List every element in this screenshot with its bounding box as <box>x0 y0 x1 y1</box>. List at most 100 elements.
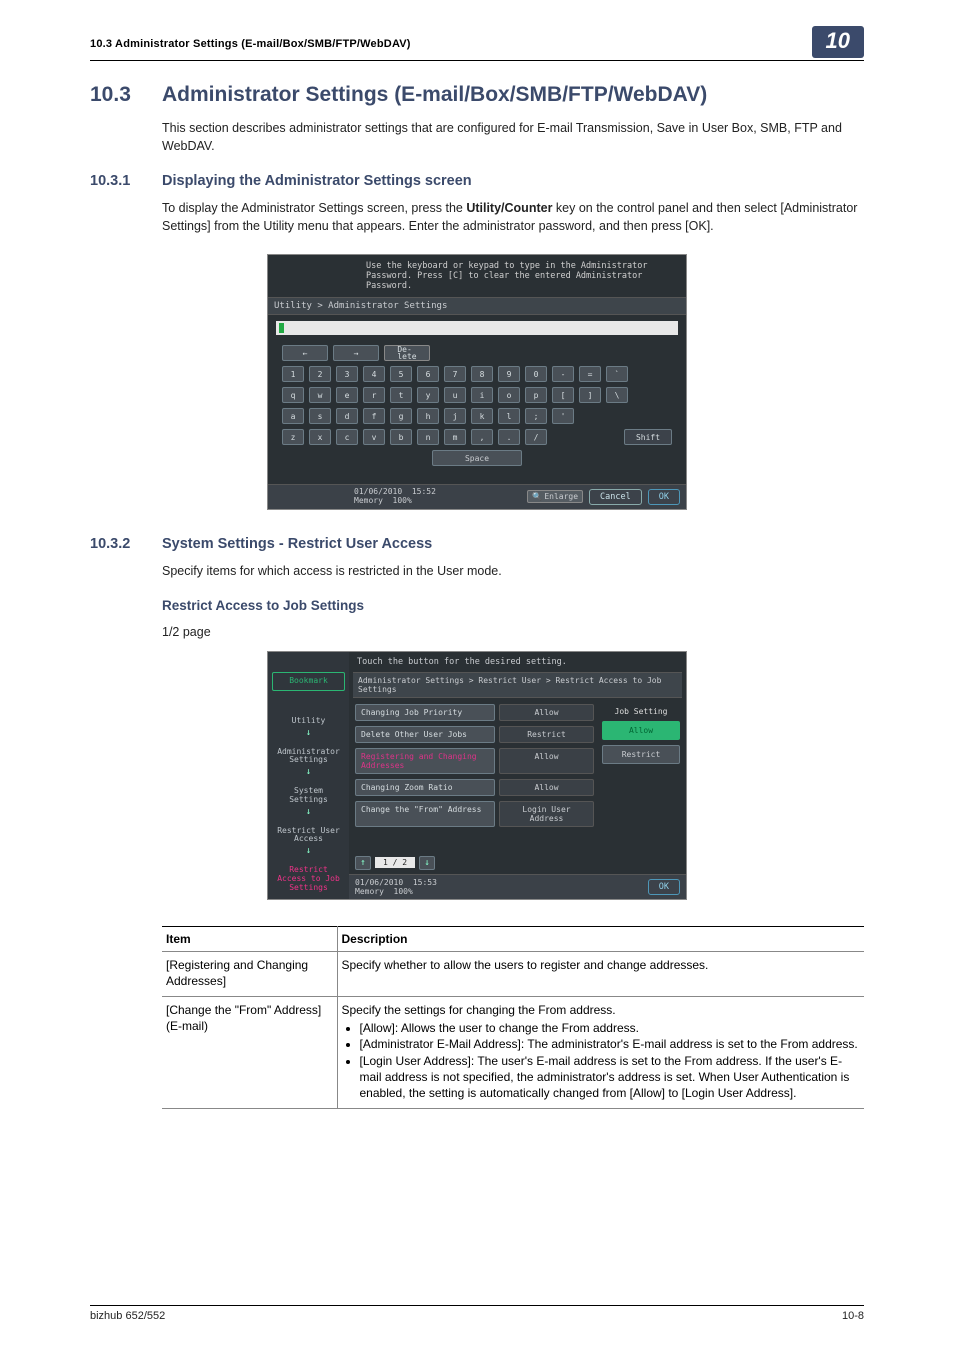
section-intro: This section describes administrator set… <box>162 119 864 155</box>
keypad-key[interactable]: m <box>444 429 466 445</box>
admin-password-input[interactable] <box>276 321 678 335</box>
keypad-key[interactable]: 1 <box>282 366 304 382</box>
keypad-key[interactable]: h <box>417 408 439 424</box>
keypad-key[interactable]: a <box>282 408 304 424</box>
page-header: 10.3 Administrator Settings (E-mail/Box/… <box>90 30 864 61</box>
keypad-key[interactable]: ' <box>552 408 574 424</box>
delete-key[interactable]: De- lete <box>384 345 430 361</box>
th-description: Description <box>337 926 864 951</box>
keypad-key[interactable]: x <box>309 429 331 445</box>
subsection-1-heading: 10.3.1 Displaying the Administrator Sett… <box>90 173 864 189</box>
restrict-option-label[interactable]: Changing Job Priority <box>355 704 495 721</box>
table-desc-cell: Specify the settings for changing the Fr… <box>337 997 864 1109</box>
keypad-key[interactable]: g <box>390 408 412 424</box>
restrict-page-label: 1/2 page <box>162 623 864 641</box>
keypad-key[interactable]: \ <box>606 387 628 403</box>
sidebar-bookmark[interactable]: Bookmark <box>272 672 345 691</box>
restrict-breadcrumb: Administrator Settings > Restrict User >… <box>353 672 682 698</box>
description-table: Item Description [Registering and Changi… <box>162 926 864 1110</box>
chevron-down-icon: ↓ <box>268 846 349 856</box>
keypad-key[interactable]: ] <box>579 387 601 403</box>
keypad-key[interactable]: c <box>336 429 358 445</box>
keypad-key[interactable]: 5 <box>390 366 412 382</box>
subsection-1-title: Displaying the Administrator Settings sc… <box>162 173 472 189</box>
keypad-key[interactable]: = <box>579 366 601 382</box>
keypad-key[interactable]: i <box>471 387 493 403</box>
keypad-key[interactable]: e <box>336 387 358 403</box>
keypad-key[interactable]: 4 <box>363 366 385 382</box>
restrict-option-label[interactable]: Change the "From" Address <box>355 801 495 827</box>
keypad-key[interactable]: o <box>498 387 520 403</box>
keypad-key[interactable]: d <box>336 408 358 424</box>
page-up-button[interactable]: ↑ <box>355 856 371 870</box>
restrict-option-value: Allow <box>499 779 594 796</box>
subsection-2-title: System Settings - Restrict User Access <box>162 536 432 552</box>
section-heading: 10.3 Administrator Settings (E-mail/Box/… <box>90 83 864 107</box>
keypad-key[interactable]: n <box>417 429 439 445</box>
keypad-key[interactable]: y <box>417 387 439 403</box>
sidebar-item-restrict-access[interactable]: Restrict Access to Job Settings <box>268 860 349 898</box>
keypad-key[interactable]: z <box>282 429 304 445</box>
restrict-heading: Restrict Access to Job Settings <box>162 598 864 613</box>
keypad-key[interactable]: ` <box>606 366 628 382</box>
cancel-button[interactable]: Cancel <box>589 489 642 505</box>
restrict-option-label[interactable]: Changing Zoom Ratio <box>355 779 495 796</box>
subsection-2-body: Specify items for which access is restri… <box>162 562 864 580</box>
section-title: Administrator Settings (E-mail/Box/SMB/F… <box>162 83 707 107</box>
keypad-key[interactable]: 8 <box>471 366 493 382</box>
chapter-badge: 10 <box>812 26 864 58</box>
keypad-key[interactable]: - <box>552 366 574 382</box>
keypad-key[interactable]: 9 <box>498 366 520 382</box>
keypad-key[interactable]: 0 <box>525 366 547 382</box>
restrict-message: Touch the button for the desired setting… <box>349 652 686 672</box>
keypad-message: Use the keyboard or keypad to type in th… <box>358 255 686 298</box>
footer-model: bizhub 652/552 <box>90 1310 165 1322</box>
chevron-down-icon: ↓ <box>268 767 349 777</box>
keypad-key[interactable]: f <box>363 408 385 424</box>
restrict-option-label[interactable]: Delete Other User Jobs <box>355 726 495 743</box>
table-item-cell: [Change the "From" Address] (E-mail) <box>162 997 337 1109</box>
keypad-key[interactable]: , <box>471 429 493 445</box>
keypad-key[interactable]: k <box>471 408 493 424</box>
keypad-key[interactable]: j <box>444 408 466 424</box>
job-setting-title: Job Setting <box>602 704 680 721</box>
page-footer: bizhub 652/552 10-8 <box>90 1305 864 1322</box>
keypad-key[interactable]: p <box>525 387 547 403</box>
keypad-key[interactable]: [ <box>552 387 574 403</box>
pager: ↑ 1 / 2 ↓ <box>355 856 680 870</box>
keypad-key[interactable]: v <box>363 429 385 445</box>
keypad-key[interactable]: / <box>525 429 547 445</box>
restrict-option-label[interactable]: Registering and Changing Addresses <box>355 748 495 774</box>
keypad-key[interactable]: 6 <box>417 366 439 382</box>
page-down-button[interactable]: ↓ <box>419 856 435 870</box>
ok-button[interactable]: OK <box>648 489 680 505</box>
running-head: 10.3 Administrator Settings (E-mail/Box/… <box>90 38 812 50</box>
keypad-key[interactable]: 3 <box>336 366 358 382</box>
keypad-key[interactable]: t <box>390 387 412 403</box>
nav-right-key[interactable]: → <box>333 345 379 361</box>
table-desc-cell: Specify whether to allow the users to re… <box>337 951 864 996</box>
table-item-cell: [Registering and Changing Addresses] <box>162 951 337 996</box>
space-key[interactable]: Space <box>432 450 522 466</box>
keypad-key[interactable]: 7 <box>444 366 466 382</box>
keypad-key[interactable]: . <box>498 429 520 445</box>
keypad-key[interactable]: 2 <box>309 366 331 382</box>
allow-button[interactable]: Allow <box>602 721 680 740</box>
keypad-key[interactable]: u <box>444 387 466 403</box>
page-indicator: 1 / 2 <box>375 857 415 868</box>
restrict-button[interactable]: Restrict <box>602 745 680 764</box>
keypad-key[interactable]: ; <box>525 408 547 424</box>
restrict-option-value: Restrict <box>499 726 594 743</box>
enlarge-button[interactable]: 🔍Enlarge <box>527 490 583 503</box>
section-number: 10.3 <box>90 83 162 107</box>
shift-key[interactable]: Shift <box>624 429 672 445</box>
keypad-key[interactable]: b <box>390 429 412 445</box>
nav-left-key[interactable]: ← <box>282 345 328 361</box>
keypad-key[interactable]: s <box>309 408 331 424</box>
keypad-key[interactable]: r <box>363 387 385 403</box>
chevron-down-icon: ↓ <box>268 728 349 738</box>
keypad-key[interactable]: q <box>282 387 304 403</box>
keypad-key[interactable]: w <box>309 387 331 403</box>
restrict-ok-button[interactable]: OK <box>648 879 680 895</box>
keypad-key[interactable]: l <box>498 408 520 424</box>
